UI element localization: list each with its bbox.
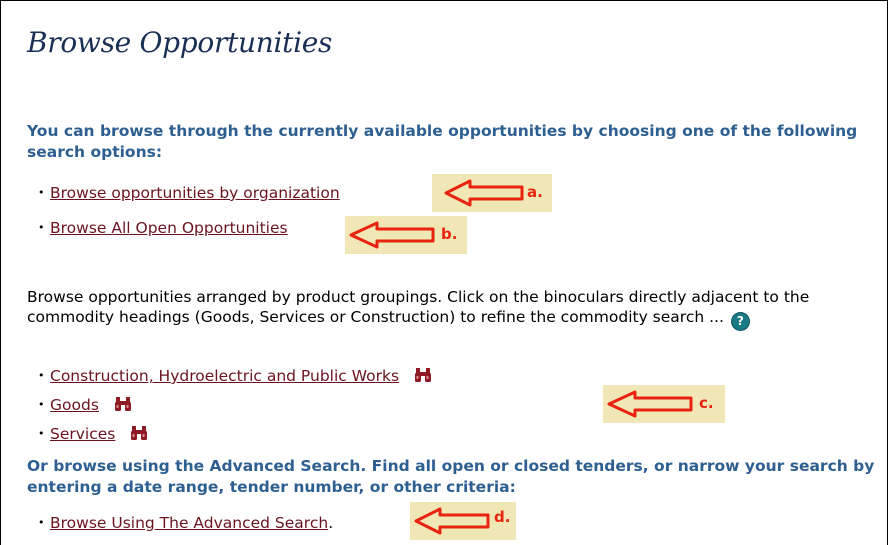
advanced-suffix: . bbox=[328, 514, 334, 532]
left-arrow-icon bbox=[444, 179, 524, 207]
list-item-all-open: • Browse All Open Opportunities bbox=[38, 218, 288, 238]
advanced-heading: Or browse using the Advanced Search. Fin… bbox=[27, 457, 875, 496]
binoculars-icon[interactable] bbox=[114, 396, 132, 417]
goods-link[interactable]: Goods bbox=[50, 396, 99, 414]
callout-a: a. bbox=[432, 174, 552, 212]
list-item-by-organization: • Browse opportunities by organization bbox=[38, 183, 340, 203]
bullet: • bbox=[38, 398, 45, 411]
callout-b: b. bbox=[345, 216, 467, 254]
callout-d: d. bbox=[410, 502, 516, 540]
annotation-label-d: d. bbox=[494, 508, 511, 526]
binoculars-icon[interactable] bbox=[414, 367, 432, 388]
annotation-label-c: c. bbox=[699, 394, 714, 412]
left-arrow-icon bbox=[349, 221, 435, 249]
help-icon[interactable]: ? bbox=[731, 313, 749, 330]
list-item-goods: • Goods bbox=[38, 395, 132, 417]
list-item-advanced: • Browse Using The Advanced Search. bbox=[38, 513, 333, 533]
commodity-paragraph-text: Browse opportunities arranged by product… bbox=[27, 288, 810, 326]
list-item-construction: • Construction, Hydroelectric and Public … bbox=[38, 366, 432, 388]
construction-link[interactable]: Construction, Hydroelectric and Public W… bbox=[50, 367, 399, 385]
bullet: • bbox=[38, 427, 45, 440]
left-arrow-icon bbox=[414, 507, 490, 535]
bullet: • bbox=[38, 186, 45, 199]
annotation-label-a: a. bbox=[527, 183, 543, 201]
left-arrow-icon bbox=[607, 390, 693, 418]
annotation-label-b: b. bbox=[441, 225, 458, 243]
browse-all-open-link[interactable]: Browse All Open Opportunities bbox=[50, 219, 288, 237]
browse-by-organization-link[interactable]: Browse opportunities by organization bbox=[50, 184, 340, 202]
list-item-services: • Services bbox=[38, 424, 148, 446]
advanced-search-link[interactable]: Browse Using The Advanced Search bbox=[50, 514, 328, 532]
services-link[interactable]: Services bbox=[50, 425, 115, 443]
intro-heading: You can browse through the currently ava… bbox=[27, 122, 858, 161]
bullet: • bbox=[38, 369, 45, 382]
binoculars-icon[interactable] bbox=[130, 425, 148, 446]
page-title: Browse Opportunities bbox=[27, 26, 333, 59]
commodity-paragraph: Browse opportunities arranged by product… bbox=[27, 287, 827, 330]
bullet: • bbox=[38, 516, 45, 529]
callout-c: c. bbox=[603, 385, 725, 423]
bullet: • bbox=[38, 221, 45, 234]
